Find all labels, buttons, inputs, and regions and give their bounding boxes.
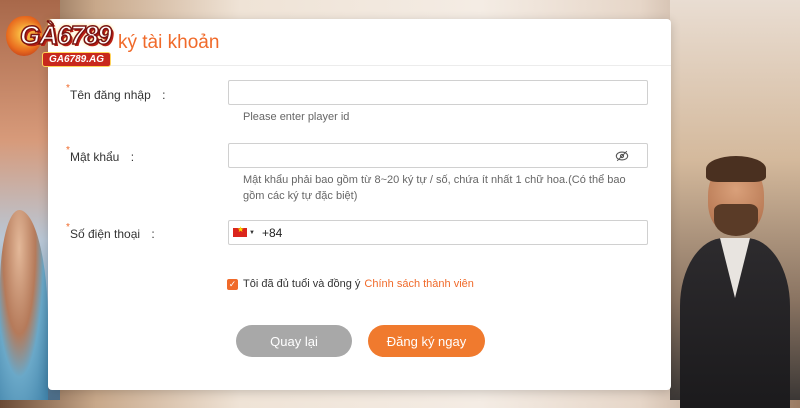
password-label-colon: :	[130, 150, 135, 164]
username-input[interactable]	[229, 81, 647, 104]
username-label-text: Tên đăng nhập	[70, 88, 151, 102]
vietnam-flag-icon	[233, 225, 248, 237]
required-asterisk: *	[66, 145, 70, 156]
required-asterisk: *	[66, 222, 70, 233]
brand-name: GÀ6789	[19, 19, 112, 51]
back-button[interactable]: Quay lại	[236, 325, 352, 357]
register-dialog: ký tài khoản * Tên đăng nhập : Please en…	[48, 19, 671, 390]
password-input[interactable]	[229, 144, 647, 167]
phone-country-code: +84	[262, 226, 283, 240]
username-field-wrapper	[228, 80, 648, 105]
password-label: * Mật khẩu :	[66, 145, 135, 164]
brand-domain: GA6789.AG	[42, 52, 112, 67]
caret-down-icon: ▼	[249, 229, 255, 236]
register-button[interactable]: Đăng ký ngay	[368, 325, 485, 357]
player-beard	[714, 204, 758, 236]
phone-label: * Số điện thoại :	[66, 222, 155, 241]
player-hair	[706, 156, 766, 182]
phone-field-wrapper: ▼ +84	[228, 220, 648, 245]
agreement-row: ✓ Tôi đã đủ tuổi và đồng ý Chính sách th…	[227, 278, 474, 290]
eye-slash-icon[interactable]	[615, 149, 629, 163]
username-hint: Please enter player id	[243, 111, 350, 123]
username-label: * Tên đăng nhập :	[66, 83, 166, 102]
brand-logo[interactable]: GÀ6789 GA6789.AG	[6, 14, 140, 70]
password-field-wrapper	[228, 143, 648, 168]
username-label-colon: :	[162, 88, 166, 102]
phone-label-text: Số điện thoại	[70, 227, 141, 241]
football-player-image	[680, 156, 790, 408]
required-asterisk: *	[66, 83, 70, 94]
country-code-selector[interactable]: ▼	[229, 221, 259, 244]
phone-label-colon: :	[151, 227, 155, 241]
member-policy-link[interactable]: Chính sách thành viên	[364, 278, 473, 290]
password-label-text: Mật khẩu	[70, 150, 120, 164]
phone-input[interactable]	[229, 221, 647, 244]
agreement-checkbox[interactable]: ✓	[227, 278, 238, 290]
agreement-text: Tôi đã đủ tuổi và đồng ý	[243, 278, 361, 290]
dialog-header: ký tài khoản	[48, 19, 671, 66]
password-hint: Mật khẩu phải bao gồm từ 8~20 ký tự / số…	[243, 174, 626, 202]
